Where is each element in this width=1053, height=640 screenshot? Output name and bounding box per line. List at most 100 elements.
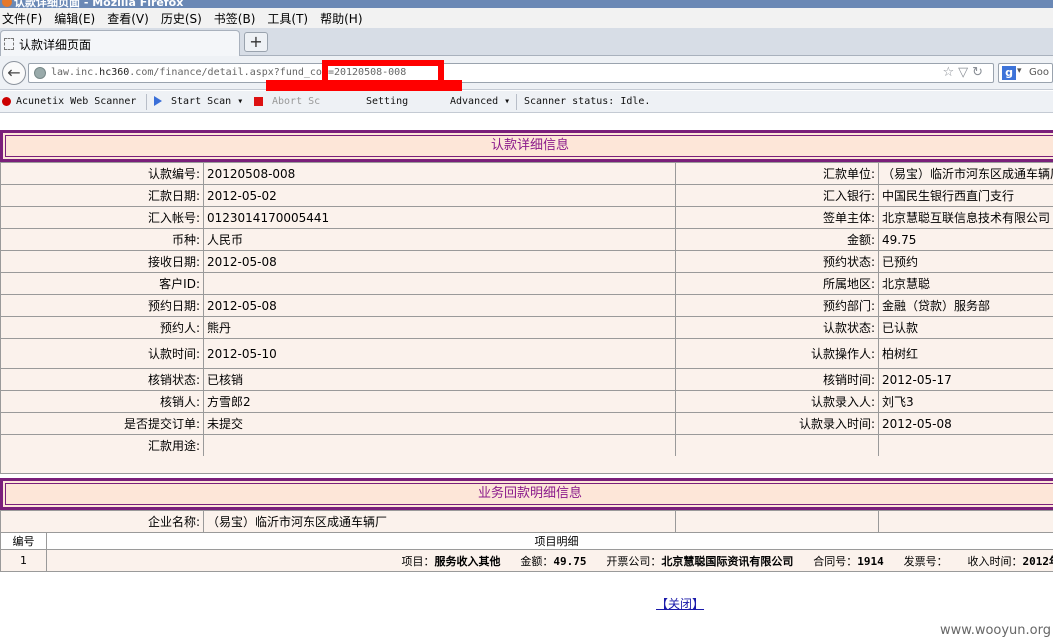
field-label: 所属地区: — [675, 272, 879, 295]
table-row: 币种: 人民币 金额: 49.75 — [0, 228, 1053, 251]
google-icon: g — [1002, 66, 1016, 80]
reload-icon[interactable]: ↻ — [972, 65, 987, 80]
field-label: 预约日期: — [0, 294, 204, 317]
stop-icon — [254, 97, 263, 106]
field-label: 汇入银行: — [675, 184, 879, 207]
field-value: 北京慧聪 — [878, 272, 1053, 295]
field-value: 刘飞3 — [878, 390, 1053, 413]
field-value: 2012-05-08 — [203, 294, 676, 317]
field-value: 人民币 — [203, 228, 676, 251]
table-row: 核销状态: 已核销 核销时间: 2012-05-17 — [0, 368, 1053, 391]
toolbar-divider — [516, 94, 517, 110]
header-details: 项目明细 — [46, 532, 1053, 550]
field-label: 金额: — [675, 228, 879, 251]
field-value: 0123014170005441 — [203, 206, 676, 229]
chevron-down-icon[interactable]: ▾ — [1017, 66, 1022, 76]
company-value: （易宝）临沂市河东区成通车辆厂 — [203, 510, 676, 533]
table-row: 预约人: 熊丹 认款状态: 已认款 — [0, 316, 1053, 339]
field-label: 预约部门: — [675, 294, 879, 317]
field-value: 2012-05-08 — [878, 412, 1053, 435]
header-number: 编号 — [0, 532, 47, 550]
tab-bar: 认款详细页面 + — [0, 28, 1053, 56]
field-label: 核销人: — [0, 390, 204, 413]
address-bar-icons: ☆▽↻ — [942, 65, 987, 80]
field-value: 未提交 — [203, 412, 676, 435]
advanced-button[interactable]: Advanced ▾ — [450, 96, 510, 107]
field-value — [878, 434, 1053, 457]
field-label: 客户ID: — [0, 272, 204, 295]
new-tab-button[interactable]: + — [244, 32, 268, 52]
field-value: 2012-05-02 — [203, 184, 676, 207]
bookmark-star-icon[interactable]: ☆ — [942, 65, 958, 80]
field-value: 2012-05-10 — [203, 338, 676, 369]
start-scan-button[interactable]: Start Scan ▾ — [171, 96, 243, 107]
empty-cell — [675, 510, 879, 533]
settings-button[interactable]: Setting — [366, 96, 408, 107]
field-label: 汇款单位: — [675, 162, 879, 185]
table-row: 预约日期: 2012-05-08 预约部门: 金融（贷款）服务部 — [0, 294, 1053, 317]
table-header-row: 编号 项目明细 — [0, 532, 1053, 550]
window-title: 认款详细页面 - Mozilla Firefox — [14, 0, 184, 8]
item-detail: 项目：服务收入其他 金额：49.75 开票公司：北京慧聪国际资讯有限公司 合同号… — [46, 549, 1053, 572]
table-spacer — [0, 456, 1053, 474]
field-value: 金融（贷款）服务部 — [878, 294, 1053, 317]
dropdown-icon[interactable]: ▽ — [958, 65, 972, 80]
field-value: 2012-05-17 — [878, 368, 1053, 391]
field-value — [203, 272, 676, 295]
menu-file[interactable]: 文件(F) — [2, 10, 52, 27]
field-label: 认款编号: — [0, 162, 204, 185]
field-label: 汇入帐号: — [0, 206, 204, 229]
menu-bar: 文件(F) 编辑(E) 查看(V) 历史(S) 书签(B) 工具(T) 帮助(H… — [0, 8, 1053, 28]
field-label: 核销状态: — [0, 368, 204, 391]
table-row: 汇款用途: — [0, 434, 1053, 457]
table-row: 是否提交订单: 未提交 认款录入时间: 2012-05-08 — [0, 412, 1053, 435]
section-header-detail: 认款详细信息 — [0, 130, 1053, 162]
field-label: 汇款用途: — [0, 434, 204, 457]
window-titlebar: 认款详细页面 - Mozilla Firefox — [0, 0, 1053, 8]
close-link[interactable]: 【关闭】 — [656, 597, 704, 611]
back-button[interactable]: ← — [2, 61, 26, 85]
menu-history[interactable]: 历史(S) — [161, 10, 212, 27]
table-row: 客户ID: 所属地区: 北京慧聪 — [0, 272, 1053, 295]
menu-view[interactable]: 查看(V) — [107, 10, 159, 27]
field-value: 北京慧聪互联信息技术有限公司 — [878, 206, 1053, 229]
field-value: 2012-05-08 — [203, 250, 676, 273]
close-link-wrapper: 【关闭】 — [656, 595, 704, 612]
abort-scan-button[interactable]: Abort Sc — [272, 96, 320, 107]
page-icon — [4, 38, 14, 50]
menu-tools[interactable]: 工具(T) — [267, 10, 318, 27]
play-icon — [154, 96, 162, 106]
acunetix-icon — [2, 97, 11, 106]
back-arrow-icon: ← — [7, 63, 21, 82]
company-table: 企业名称: （易宝）临沂市河东区成通车辆厂 — [0, 510, 1053, 533]
field-value: 20120508-008 — [203, 162, 676, 185]
menu-help[interactable]: 帮助(H) — [320, 10, 372, 27]
tab-title: 认款详细页面 — [19, 38, 92, 52]
field-label: 核销时间: — [675, 368, 879, 391]
menu-edit[interactable]: 编辑(E) — [54, 10, 105, 27]
field-label: 是否提交订单: — [0, 412, 204, 435]
table-row: 认款编号: 20120508-008 汇款单位: （易宝）临沂市河东区成通车辆厂 — [0, 162, 1053, 185]
watermark: www.wooyun.org — [939, 623, 1051, 638]
field-label: 接收日期: — [0, 250, 204, 273]
tab-detail-page[interactable]: 认款详细页面 — [0, 30, 240, 56]
field-value: 已认款 — [878, 316, 1053, 339]
acunetix-toolbar: Acunetix Web Scanner Start Scan ▾ Abort … — [0, 91, 1053, 113]
search-box[interactable]: g ▾ Goo — [998, 63, 1053, 83]
address-bar[interactable]: law.inc.hc360.com/finance/detail.aspx?fu… — [28, 63, 994, 83]
acunetix-label[interactable]: Acunetix Web Scanner — [16, 96, 136, 107]
scanner-status: Scanner status: Idle. — [524, 96, 651, 107]
menu-bookmarks[interactable]: 书签(B) — [214, 10, 266, 27]
firefox-icon — [2, 0, 12, 7]
table-row: 接收日期: 2012-05-08 预约状态: 已预约 — [0, 250, 1053, 273]
field-label: 认款时间: — [0, 338, 204, 369]
field-value: （易宝）临沂市河东区成通车辆厂 — [878, 162, 1053, 185]
toolbar-divider — [146, 94, 147, 110]
field-value: 熊丹 — [203, 316, 676, 339]
field-label: 汇款日期: — [0, 184, 204, 207]
field-value: 49.75 — [878, 228, 1053, 251]
table-row: 1 项目：服务收入其他 金额：49.75 开票公司：北京慧聪国际资讯有限公司 合… — [0, 549, 1053, 572]
field-value: 方雪郎2 — [203, 390, 676, 413]
field-label: 认款录入时间: — [675, 412, 879, 435]
field-value: 已核销 — [203, 368, 676, 391]
